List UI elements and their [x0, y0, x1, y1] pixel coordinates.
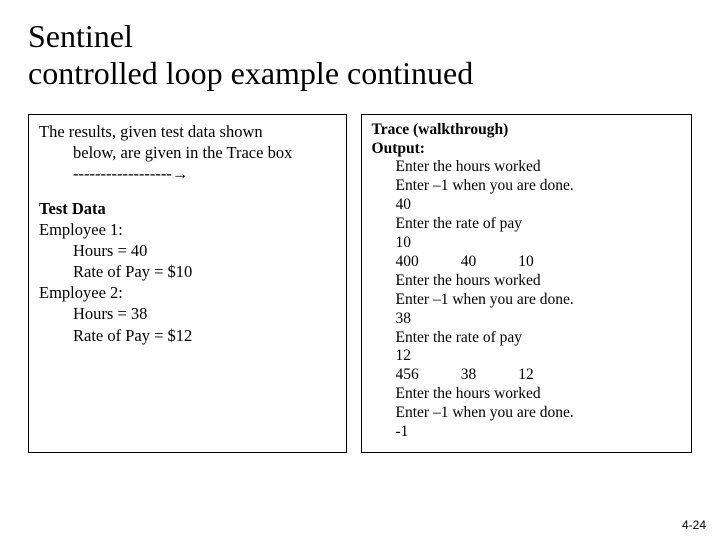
trace-line: Enter the rate of pay: [372, 329, 681, 348]
employee-1-hours: Hours = 40: [39, 240, 336, 261]
page-number: 4-24: [682, 518, 706, 532]
trace-val: 40: [461, 253, 477, 272]
test-data-heading: Test Data: [39, 198, 336, 219]
slide-title: Sentinel controlled loop example continu…: [28, 18, 692, 92]
trace-line: Enter –1 when you are done.: [372, 291, 681, 310]
trace-line: 12: [372, 347, 681, 366]
trace-val: 400: [396, 253, 419, 272]
trace-line: Enter the rate of pay: [372, 215, 681, 234]
output-heading: Output:: [372, 140, 681, 159]
trace-line: Enter –1 when you are done.: [372, 177, 681, 196]
employee-2-label: Employee 2:: [39, 282, 336, 303]
employee-1-label: Employee 1:: [39, 219, 336, 240]
trace-line: -1: [372, 423, 681, 442]
trace-line: Enter the hours worked: [372, 158, 681, 177]
employee-2-rate: Rate of Pay = $12: [39, 325, 336, 346]
test-data-block: Test Data Employee 1: Hours = 40 Rate of…: [39, 198, 336, 346]
title-line-1: Sentinel: [28, 18, 133, 54]
trace-line: 38: [372, 310, 681, 329]
title-line-2: controlled loop example continued: [28, 55, 473, 91]
trace-line: Enter –1 when you are done.: [372, 404, 681, 423]
arrow-icon: →: [172, 164, 189, 183]
intro-line-1: The results, given test data shown: [39, 122, 263, 141]
intro-line-2: below, are given in the Trace box: [39, 142, 336, 163]
left-column-box: The results, given test data shown below…: [28, 114, 347, 453]
content-columns: The results, given test data shown below…: [28, 114, 692, 453]
trace-line-triple: 400 40 10: [372, 253, 534, 272]
right-column-box: Trace (walkthrough) Output: Enter the ho…: [361, 114, 692, 453]
trace-line: Enter the hours worked: [372, 272, 681, 291]
intro-paragraph: The results, given test data shown below…: [39, 121, 336, 184]
employee-1-rate: Rate of Pay = $10: [39, 261, 336, 282]
dashes: ------------------: [73, 164, 172, 183]
employee-2-hours: Hours = 38: [39, 303, 336, 324]
trace-line: Enter the hours worked: [372, 385, 681, 404]
trace-val: 10: [518, 253, 534, 272]
dash-arrow-line: ------------------→: [39, 163, 336, 184]
trace-val: 38: [461, 366, 477, 385]
trace-val: 12: [518, 366, 534, 385]
trace-val: 456: [396, 366, 419, 385]
trace-line-triple: 456 38 12: [372, 366, 534, 385]
trace-line: 10: [372, 234, 681, 253]
trace-heading: Trace (walkthrough): [372, 121, 681, 140]
trace-line: 40: [372, 196, 681, 215]
